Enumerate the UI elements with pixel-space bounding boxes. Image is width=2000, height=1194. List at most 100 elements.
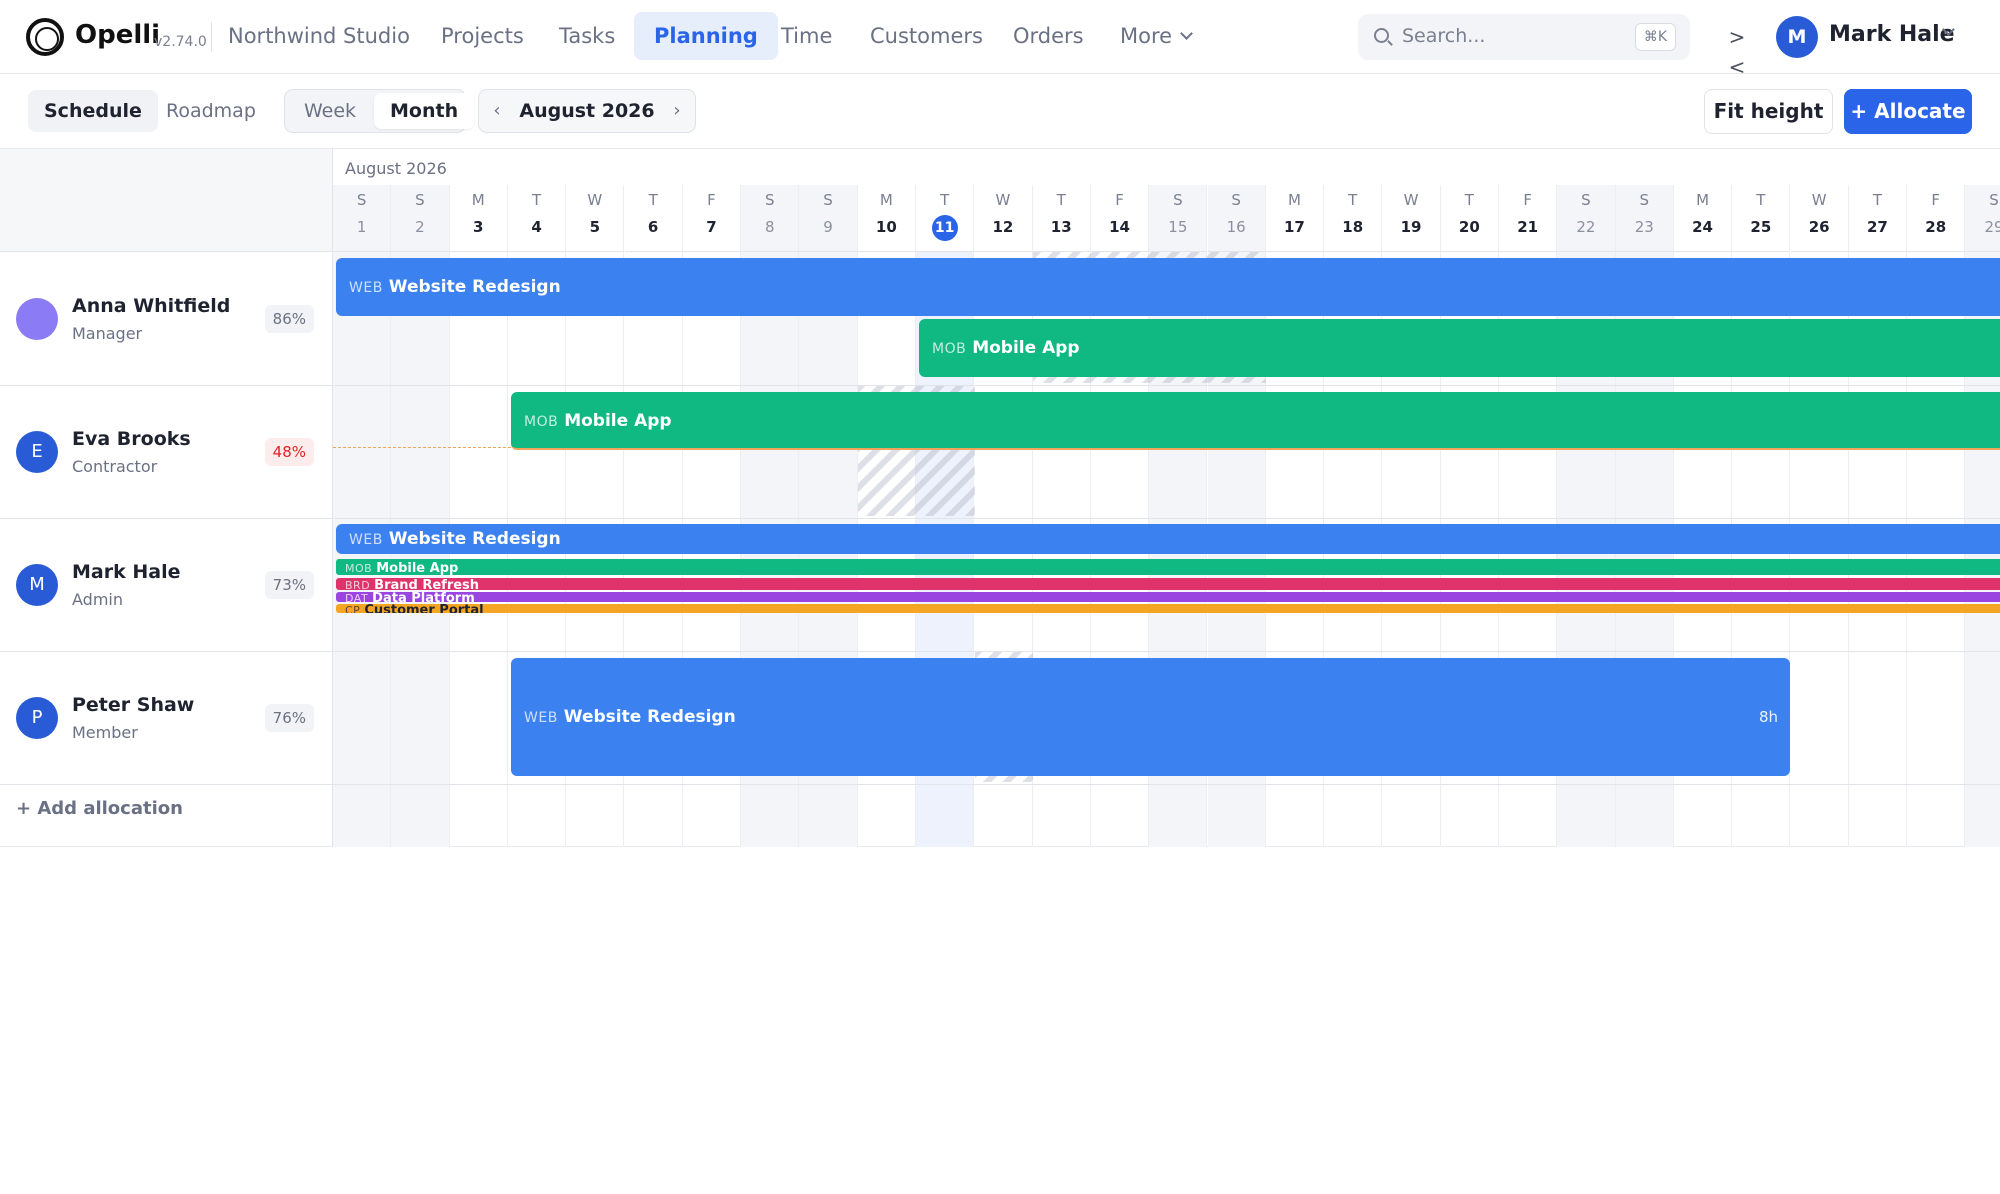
allocation-bar[interactable]: MOB Mobile App [919, 319, 2000, 377]
day-header: S 23 [1615, 185, 1674, 252]
chevron-right-icon[interactable]: › [659, 90, 695, 132]
weekday-letter: M [1287, 191, 1301, 209]
allocation-bar[interactable]: MOB Mobile App [336, 559, 2000, 575]
resource-row[interactable]: Anna Whitfield Manager 86% [0, 252, 333, 385]
weekday-letter: W [1811, 191, 1827, 209]
allocation-bar[interactable]: CP Customer Portal [336, 604, 2000, 613]
allocation-bar[interactable]: DAT Data Platform [336, 592, 2000, 602]
day-header: T 13 [1032, 185, 1091, 252]
chevron-left-icon[interactable]: ‹ [479, 90, 515, 132]
allocation-bar[interactable]: BRD Brand Refresh [336, 578, 2000, 590]
nav-customers[interactable]: Customers [850, 12, 1003, 60]
day-header: T 20 [1440, 185, 1499, 252]
day-header: S9 [799, 185, 858, 252]
project-code: WEB [349, 532, 383, 548]
person-role: Manager [72, 324, 143, 343]
weekday-letter: S [1581, 191, 1591, 209]
day-number: 18 [1342, 218, 1364, 236]
project-title: Brand Refresh [374, 578, 480, 590]
period-label: August 2026 [519, 100, 655, 122]
weekday-letter: W [1403, 191, 1419, 209]
day-header: S 29 [1965, 185, 2000, 252]
allocation-bar[interactable]: WEB Website Redesign 8h [511, 658, 1790, 776]
project-code: BRD [345, 579, 371, 591]
project-code: MOB [345, 562, 373, 575]
nav-more-label: More [1120, 24, 1173, 48]
user-avatar[interactable]: M [1776, 16, 1818, 58]
search-icon [1374, 28, 1389, 43]
weekday-letter: M [1696, 191, 1710, 209]
person-name[interactable]: Mark Hale [72, 561, 180, 583]
day-header: F 28 [1907, 185, 1966, 252]
week-button[interactable]: Week [288, 93, 372, 129]
day-header: W 12 [974, 185, 1033, 252]
tab-schedule[interactable]: Schedule [28, 90, 158, 132]
nav-time[interactable]: Time [761, 12, 852, 60]
user-menu[interactable]: Mark Hale [1829, 22, 1955, 47]
allocate-button[interactable]: + Allocate [1844, 89, 1972, 134]
nav-tasks[interactable]: Tasks [539, 12, 635, 60]
weekday-letter: T [531, 191, 542, 209]
weekday-letter: F [707, 191, 716, 209]
day-header: T6 [624, 185, 683, 252]
day-header: F 14 [1090, 185, 1150, 252]
day-number: 3 [473, 218, 484, 236]
collapse-icon[interactable]: >< [1722, 22, 1752, 79]
day-number: 17 [1284, 218, 1305, 236]
search-input[interactable]: Search... ⌘K [1358, 14, 1690, 60]
allocation-hours: 8h [1758, 708, 1778, 726]
weekday-letter: T [940, 191, 950, 209]
workspace-switcher[interactable]: Northwind Studio [228, 24, 410, 48]
day-header: W5 [566, 185, 625, 252]
day-number: 12 [992, 218, 1014, 236]
project-title: Mobile App [972, 338, 1080, 358]
day-number: 2 [415, 218, 425, 236]
day-number: 24 [1692, 218, 1713, 236]
nav-projects[interactable]: Projects [421, 12, 544, 60]
day-header: S 22 [1557, 185, 1616, 252]
utilization-badge: 48% [264, 438, 314, 466]
nav-planning[interactable]: Planning [634, 12, 778, 60]
nav-orders[interactable]: Orders [993, 12, 1104, 60]
day-header: T4 [507, 185, 567, 252]
nav-more[interactable]: More [1100, 12, 1211, 60]
resource-row[interactable]: P Peter Shaw Member 76% [0, 651, 333, 784]
day-number: 8 [764, 218, 775, 236]
allocation-bar[interactable]: WEB Website Redesign [336, 258, 2000, 316]
project-title: Website Redesign [388, 277, 561, 297]
utilization-badge: 86% [264, 305, 314, 333]
resource-row[interactable]: E Eva Brooks Contractor 48% [0, 385, 333, 518]
avatar: M [16, 564, 58, 606]
today-date: 11 [916, 213, 973, 241]
day-header: F7 [682, 185, 742, 252]
day-header: T 27 [1848, 185, 1908, 252]
day-number: 25 [1750, 218, 1772, 236]
day-number: 28 [1925, 218, 1947, 236]
weekday-letter: T [1348, 191, 1358, 209]
project-code: WEB [524, 710, 558, 726]
project-title: Website Redesign [563, 707, 736, 727]
weekday-letter: M [471, 191, 485, 209]
day-header: T 11 [916, 185, 975, 252]
fit-height-button[interactable]: Fit height [1704, 89, 1833, 134]
day-number: 23 [1634, 218, 1654, 236]
weekday-letter: M [879, 191, 893, 209]
tab-roadmap[interactable]: Roadmap [150, 90, 272, 132]
opelli-logo-icon[interactable] [26, 18, 64, 56]
divider [211, 22, 212, 52]
day-header: M 24 [1673, 185, 1733, 252]
resource-row[interactable]: M Mark Hale Admin 73% [0, 518, 333, 651]
planning-toolbar: Schedule Roadmap Week Month ‹ August 202… [0, 75, 2000, 149]
person-name[interactable]: Peter Shaw [72, 694, 194, 716]
month-button[interactable]: Month [374, 93, 475, 129]
app-name[interactable]: Opelli [75, 20, 160, 50]
weekday-letter: T [1872, 191, 1883, 209]
allocation-bar[interactable]: WEB Website Redesign [336, 524, 2000, 554]
person-name[interactable]: Eva Brooks [72, 428, 191, 450]
add-allocation-button[interactable]: + Add allocation [16, 798, 183, 819]
day-header: F 21 [1499, 185, 1558, 252]
person-role: Admin [72, 590, 123, 609]
allocation-bar[interactable]: MOB Mobile App [511, 392, 2000, 450]
person-name[interactable]: Anna Whitfield [72, 295, 230, 317]
weekday-letter: W [995, 191, 1011, 209]
